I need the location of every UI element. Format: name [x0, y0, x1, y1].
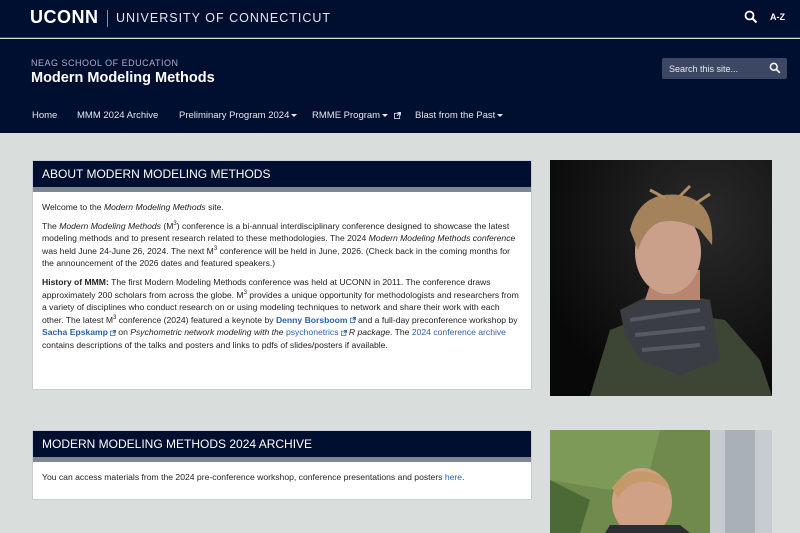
denny-borsboom-link[interactable]: Denny Borsboom: [276, 315, 348, 325]
nav-label: RMME Program: [312, 110, 381, 121]
nav-label: Blast from the Past: [415, 110, 496, 121]
search-icon[interactable]: [744, 10, 758, 24]
chevron-down-icon: [497, 113, 504, 117]
panel-body: You can access materials from the 2024 p…: [33, 462, 531, 499]
panel-heading: ABOUT MODERN MODELING METHODS: [33, 161, 531, 187]
nav-item-blast-from-the-past[interactable]: Blast from the Past: [415, 110, 504, 121]
sacha-epskamp-link[interactable]: Sacha Epskamp: [42, 327, 108, 337]
archive-here-link[interactable]: here: [445, 472, 462, 482]
site-search-input[interactable]: [669, 62, 765, 75]
top-bar: UCONN UNIVERSITY OF CONNECTICUT A-Z: [0, 0, 800, 38]
history-paragraph: History of MMM: The first Modern Modelin…: [42, 276, 519, 350]
uconn-logo[interactable]: UCONN: [30, 7, 99, 28]
university-name[interactable]: UNIVERSITY OF CONNECTICUT: [116, 11, 331, 25]
panel-heading: MODERN MODELING METHODS 2024 ARCHIVE: [33, 431, 531, 457]
nav-item-preliminary-program-2024[interactable]: Preliminary Program 2024: [179, 110, 298, 121]
speaker-photo: [550, 160, 772, 396]
nav-label: Home: [32, 110, 58, 121]
nav-item-rmme-program[interactable]: RMME Program: [312, 110, 401, 121]
school-name[interactable]: NEAG SCHOOL OF EDUCATION: [31, 58, 179, 68]
panel-body: Welcome to the Modern Modeling Methods s…: [33, 192, 531, 367]
external-link-icon: [393, 112, 401, 119]
psychonetrics-link[interactable]: psychonetrics: [286, 327, 339, 337]
speaker-photo: [550, 430, 772, 533]
a-z-index-link[interactable]: A-Z: [770, 12, 785, 22]
search-icon[interactable]: [769, 62, 781, 74]
nav-item-home[interactable]: Home: [32, 110, 57, 121]
logo-divider: [107, 10, 108, 27]
chevron-down-icon: [382, 113, 389, 117]
archive-panel: MODERN MODELING METHODS 2024 ARCHIVE You…: [32, 430, 532, 500]
nav-item-mmm-2024-archive[interactable]: MMM 2024 Archive: [77, 110, 158, 121]
welcome-paragraph: Welcome to the Modern Modeling Methods s…: [42, 202, 224, 212]
conference-archive-link[interactable]: 2024 conference archive: [412, 327, 506, 337]
site-title[interactable]: Modern Modeling Methods: [31, 70, 215, 86]
chevron-down-icon: [291, 113, 298, 117]
nav-label: Preliminary Program 2024: [179, 110, 290, 121]
site-header: NEAG SCHOOL OF EDUCATION Modern Modeling…: [0, 39, 800, 133]
about-panel: ABOUT MODERN MODELING METHODS Welcome to…: [32, 160, 532, 390]
intro-paragraph: The Modern Modeling Methods (M3) confere…: [42, 220, 516, 269]
archive-paragraph: You can access materials from the 2024 p…: [42, 472, 465, 482]
site-search-box: [662, 58, 787, 79]
nav-label: MMM 2024 Archive: [77, 110, 159, 121]
